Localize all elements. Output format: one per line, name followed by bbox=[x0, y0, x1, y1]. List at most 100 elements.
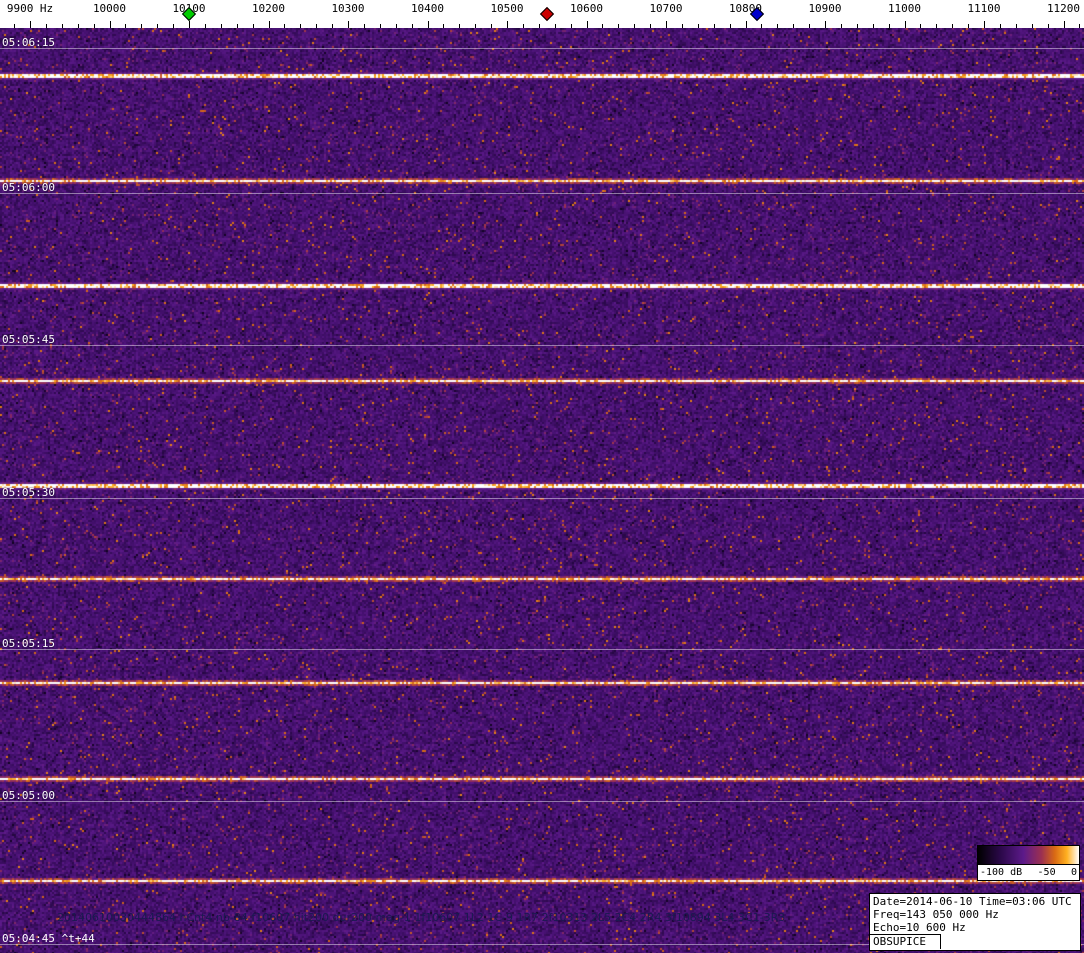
freq-tick bbox=[236, 24, 238, 28]
legend-max-label: 0 bbox=[1070, 867, 1077, 878]
freq-tick bbox=[634, 24, 636, 28]
freq-tick bbox=[872, 24, 874, 28]
freq-label: 9900 Hz bbox=[6, 2, 54, 15]
legend-min-label: -100 dB bbox=[980, 867, 1023, 878]
freq-tick bbox=[157, 24, 159, 28]
time-gridline bbox=[0, 649, 1084, 650]
freq-tick bbox=[999, 24, 1001, 28]
freq-tick bbox=[45, 24, 47, 28]
freq-tick bbox=[300, 24, 302, 28]
freq-label: 10700 bbox=[649, 2, 683, 15]
freq-tick bbox=[745, 21, 747, 28]
freq-tick bbox=[1079, 24, 1081, 28]
spectrogram-screen: 9900 Hz100001010010200103001040010500106… bbox=[0, 0, 1084, 953]
freq-label: 10000 bbox=[92, 2, 127, 15]
info-date-time: Date=2014-06-10 Time=03:06 UTC bbox=[873, 895, 1072, 908]
freq-tick bbox=[332, 24, 334, 28]
freq-tick bbox=[1031, 24, 1033, 28]
detection-text: 20140610030444864 hCnt4 nb-84 f10607 hit… bbox=[57, 911, 786, 924]
freq-label: 10300 bbox=[331, 2, 365, 15]
freq-tick bbox=[189, 21, 190, 28]
freq-tick bbox=[252, 24, 254, 28]
freq-tick bbox=[379, 24, 381, 28]
marker-red-diamond-icon bbox=[539, 6, 554, 22]
freq-tick bbox=[936, 24, 938, 28]
freq-tick bbox=[984, 21, 985, 28]
freq-tick bbox=[1015, 24, 1017, 28]
freq-tick bbox=[554, 24, 556, 28]
color-gradient-bar bbox=[977, 845, 1080, 865]
time-gridline bbox=[0, 48, 1084, 49]
freq-tick bbox=[729, 24, 731, 28]
freq-label: 10500 bbox=[490, 2, 524, 15]
freq-tick bbox=[459, 24, 461, 28]
freq-tick bbox=[30, 21, 31, 28]
freq-tick bbox=[825, 21, 826, 28]
freq-tick bbox=[809, 24, 811, 28]
freq-tick bbox=[538, 24, 540, 28]
freq-tick bbox=[77, 24, 79, 28]
freq-label: 11000 bbox=[887, 2, 922, 15]
time-gridline bbox=[0, 193, 1084, 194]
freq-tick bbox=[427, 21, 429, 28]
freq-tick bbox=[888, 24, 890, 28]
freq-tick bbox=[602, 24, 604, 28]
freq-tick bbox=[411, 24, 413, 28]
freq-tick bbox=[268, 21, 270, 28]
spectrogram-overlay: 20140610030444864 hCnt4 nb-84 f10607 hit… bbox=[0, 0, 1084, 953]
freq-tick bbox=[443, 24, 445, 28]
color-scale-labels: -100 dB -50 0 bbox=[977, 865, 1080, 881]
freq-tick bbox=[1047, 24, 1049, 28]
freq-tick bbox=[666, 21, 667, 28]
color-scale-legend: -100 dB -50 0 bbox=[977, 845, 1080, 881]
freq-tick bbox=[761, 24, 763, 28]
freq-tick bbox=[650, 24, 652, 28]
freq-tick bbox=[363, 24, 365, 28]
freq-tick bbox=[173, 24, 175, 28]
freq-tick bbox=[395, 24, 397, 28]
freq-tick bbox=[141, 24, 143, 28]
freq-tick bbox=[840, 24, 842, 28]
freq-tick bbox=[952, 24, 954, 28]
freq-tick bbox=[284, 24, 286, 28]
freq-label: 11200 bbox=[1046, 2, 1081, 15]
freq-tick bbox=[220, 24, 222, 28]
legend-mid-label: -50 bbox=[1037, 867, 1056, 878]
freq-label: 10400 bbox=[410, 2, 445, 15]
freq-tick bbox=[475, 24, 477, 28]
freq-tick bbox=[618, 24, 620, 28]
freq-tick bbox=[904, 21, 906, 28]
info-station: OBSUPICE bbox=[870, 934, 941, 949]
freq-tick bbox=[348, 21, 349, 28]
freq-tick bbox=[522, 24, 524, 28]
freq-tick bbox=[681, 24, 683, 28]
freq-tick bbox=[570, 24, 572, 28]
freq-tick bbox=[14, 24, 16, 28]
info-rx-frequency: Freq=143 050 000 Hz bbox=[873, 908, 999, 921]
freq-tick bbox=[777, 24, 779, 28]
freq-tick bbox=[713, 24, 715, 28]
freq-label: 10600 bbox=[569, 2, 604, 15]
freq-tick bbox=[856, 24, 858, 28]
time-gridline bbox=[0, 801, 1084, 802]
time-gridline bbox=[0, 498, 1084, 499]
freq-tick bbox=[204, 24, 206, 28]
info-box: Date=2014-06-10 Time=03:06 UTC Freq=143 … bbox=[869, 893, 1081, 951]
info-echo-frequency: Echo=10 600 Hz bbox=[873, 921, 966, 934]
freq-tick bbox=[920, 24, 922, 28]
freq-label: 10900 bbox=[808, 2, 842, 15]
freq-tick bbox=[61, 24, 63, 28]
freq-tick bbox=[491, 24, 493, 28]
freq-tick bbox=[793, 24, 795, 28]
freq-tick bbox=[507, 21, 508, 28]
freq-tick bbox=[316, 24, 318, 28]
time-gridline bbox=[0, 345, 1084, 346]
freq-tick bbox=[697, 24, 699, 28]
freq-tick bbox=[1063, 21, 1065, 28]
frequency-axis: 9900 Hz100001010010200103001040010500106… bbox=[0, 0, 1084, 28]
freq-tick bbox=[109, 21, 111, 28]
freq-tick bbox=[93, 24, 95, 28]
freq-label: 10200 bbox=[251, 2, 286, 15]
freq-tick bbox=[968, 24, 970, 28]
freq-label: 11100 bbox=[967, 2, 1001, 15]
